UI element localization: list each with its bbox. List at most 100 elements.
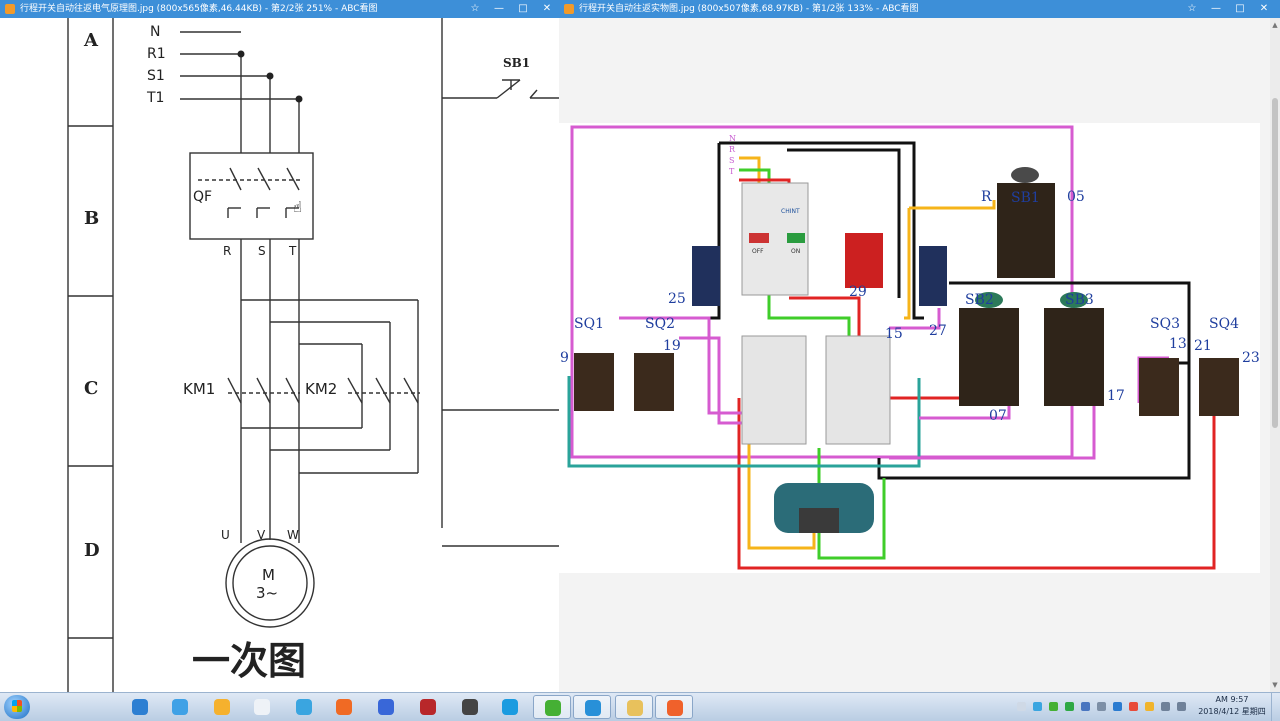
game-dark-icon: [462, 699, 478, 715]
wire-27: 27: [929, 323, 947, 339]
motor-terminal-v: V: [257, 528, 266, 542]
diagram-caption: 一次图: [192, 639, 307, 683]
label-sq4: SQ4: [1209, 316, 1239, 332]
tray-security-icon[interactable]: [1065, 702, 1074, 711]
wiring-photo: [559, 123, 1260, 573]
folder-tool-icon: [214, 699, 230, 715]
left-favorite-button[interactable]: ☆: [463, 0, 487, 18]
label-sb2: SB2: [965, 292, 994, 308]
right-vertical-scrollbar[interactable]: ▲ ▼: [1270, 18, 1280, 692]
browser-icon: [296, 699, 312, 715]
taskbar-app-blank-doc[interactable]: [243, 695, 281, 719]
baidu-paw-icon: [378, 699, 394, 715]
phase-label-s1: S1: [147, 68, 165, 84]
orange-app-icon: [336, 699, 352, 715]
phase-letter-n: N: [729, 134, 736, 143]
abc-viewer-icon: [5, 4, 15, 14]
left-maximize-button[interactable]: □: [511, 0, 535, 18]
wire-23: 23: [1242, 350, 1260, 366]
tray-alert-icon[interactable]: [1129, 702, 1138, 711]
hand-cursor-icon: ☝: [293, 198, 303, 216]
wire-r: R: [981, 189, 992, 205]
motor-terminal-u: U: [221, 528, 230, 542]
right-favorite-button[interactable]: ☆: [1180, 0, 1204, 18]
row-label-b: B: [84, 208, 100, 229]
schematic-image[interactable]: A B C D N R1 S1 T1 QF R S T KM1 KM2 U V …: [0, 18, 559, 692]
scroll-down-arrow-icon[interactable]: ▼: [1270, 680, 1280, 690]
label-sq2: SQ2: [645, 316, 675, 332]
left-window-title: 行程开关自动往返电气原理图.jpg (800x565像素,46.44KB) - …: [20, 4, 378, 14]
windows-taskbar: AM 9:57 2018/4/12 星期四: [0, 692, 1280, 721]
tray-bluetooth-icon[interactable]: [1081, 702, 1090, 711]
system-clock[interactable]: AM 9:57 2018/4/12 星期四: [1196, 694, 1268, 720]
system-tray: [1015, 693, 1195, 721]
tray-expand-icon[interactable]: [1017, 702, 1026, 711]
scrollbar-thumb[interactable]: [1272, 98, 1278, 428]
tray-shield-icon[interactable]: [1113, 702, 1122, 711]
tray-signal-icon[interactable]: [1161, 702, 1170, 711]
contactor-label-km1: KM1: [183, 380, 216, 398]
right-close-button[interactable]: ✕: [1252, 0, 1276, 18]
wire-13: 13: [1169, 336, 1187, 352]
windows-logo-icon: [12, 700, 22, 712]
show-desktop-button[interactable]: [1271, 693, 1280, 721]
row-label-d: D: [84, 540, 100, 561]
right-maximize-button[interactable]: □: [1228, 0, 1252, 18]
breaker-on-label: ON: [791, 248, 801, 255]
start-button[interactable]: [4, 695, 30, 719]
taskbar-app-game-red[interactable]: [409, 695, 447, 719]
right-minimize-button[interactable]: —: [1204, 0, 1228, 18]
taskbar-app-game-dark[interactable]: [451, 695, 489, 719]
motor-symbol-ac: 3~: [256, 584, 279, 602]
phase-letter-t: T: [729, 167, 735, 176]
taskbar-app-explorer[interactable]: [615, 695, 653, 719]
contactor-label-km2: KM2: [305, 380, 338, 398]
tray-app-icon[interactable]: [1033, 702, 1042, 711]
phase-label-t1: T1: [147, 90, 165, 106]
taskbar-app-folder-tool[interactable]: [203, 695, 241, 719]
tray-input-icon[interactable]: [1145, 702, 1154, 711]
wiring-photo-image[interactable]: N R S T CHINT OFF ON SB1 SB2 SB3 SQ1 SQ2…: [559, 18, 1270, 692]
taskbar-app-baidu-netdisk[interactable]: [161, 695, 199, 719]
left-minimize-button[interactable]: —: [487, 0, 511, 18]
left-close-button[interactable]: ✕: [535, 0, 559, 18]
blank-doc-icon: [254, 699, 270, 715]
clock-time: AM 9:57: [1215, 695, 1249, 704]
tray-wechat-icon[interactable]: [1049, 702, 1058, 711]
phase-letters: N R S T: [729, 133, 736, 177]
ie-icon: [132, 699, 148, 715]
right-window-title: 行程开关自动往返实物图.jpg (800x507像素,68.97KB) - 第1…: [579, 4, 919, 14]
motor-terminal-w: W: [287, 528, 299, 542]
left-title-bar[interactable]: 行程开关自动往返电气原理图.jpg (800x565像素,46.44KB) - …: [0, 0, 559, 18]
phase-letter-r: R: [729, 145, 736, 154]
taskbar-app-green-browser[interactable]: [533, 695, 571, 719]
breaker-label: QF: [193, 189, 213, 205]
green-browser-icon: [545, 700, 561, 716]
scroll-up-arrow-icon[interactable]: ▲: [1270, 20, 1280, 30]
breaker-terminal-t: T: [289, 244, 297, 258]
clock-date: 2018/4/12 星期四: [1198, 707, 1266, 716]
taskbar-app-baidu-paw[interactable]: [367, 695, 405, 719]
taskbar-app-sogou[interactable]: [491, 695, 529, 719]
tray-network-icon[interactable]: [1097, 702, 1106, 711]
phase-label-n: N: [150, 24, 161, 40]
right-title-bar[interactable]: 行程开关自动往返实物图.jpg (800x507像素,68.97KB) - 第1…: [559, 0, 1280, 18]
phase-label-r1: R1: [147, 46, 166, 62]
schematic-viewer-window: 行程开关自动往返电气原理图.jpg (800x565像素,46.44KB) - …: [0, 0, 559, 692]
wire-9: 9: [560, 350, 569, 366]
label-sq1: SQ1: [574, 316, 604, 332]
taskbar-app-qq-music[interactable]: [573, 695, 611, 719]
sogou-icon: [502, 699, 518, 715]
tray-volume-icon[interactable]: [1177, 702, 1186, 711]
taskbar-app-orange-app[interactable]: [325, 695, 363, 719]
taskbar-app-abc-viewer[interactable]: [655, 695, 693, 719]
game-red-icon: [420, 699, 436, 715]
wire-05: 05: [1067, 189, 1085, 205]
taskbar-app-browser[interactable]: [285, 695, 323, 719]
taskbar-app-ie[interactable]: [121, 695, 159, 719]
row-label-c: C: [84, 378, 99, 399]
row-label-a: A: [84, 30, 98, 51]
qq-music-icon: [585, 700, 601, 716]
baidu-netdisk-icon: [172, 699, 188, 715]
motor-symbol-m: M: [262, 566, 275, 584]
